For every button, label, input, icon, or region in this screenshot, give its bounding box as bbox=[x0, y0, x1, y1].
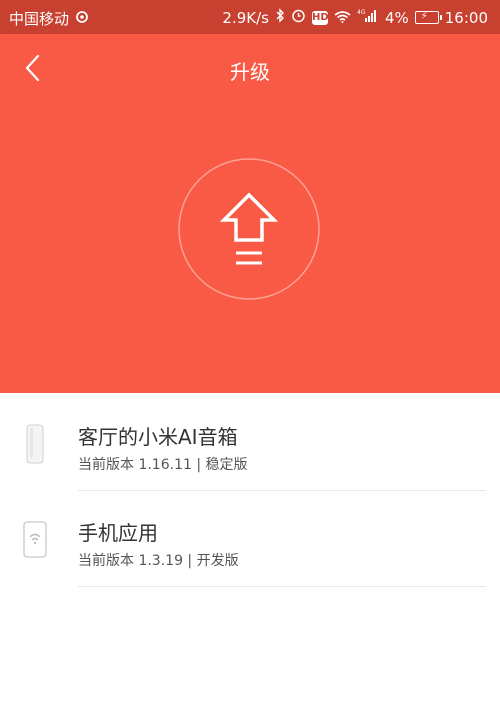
battery-percent: 4% bbox=[384, 8, 409, 27]
battery-icon: ⚡ bbox=[414, 11, 442, 24]
device-row-phone-app[interactable]: 手机应用 当前版本 1.3.19 | 开发版 bbox=[0, 491, 500, 587]
device-name: 客厅的小米AI音箱 bbox=[78, 425, 238, 449]
upgrade-arrow-icon bbox=[178, 158, 320, 300]
header-banner: 中国移动 2.9K/s HD 4G 4% ⚡ 16:00 升级 bbox=[0, 0, 500, 393]
alarm-icon bbox=[291, 8, 306, 27]
bluetooth-icon bbox=[275, 8, 285, 27]
page-title: 升级 bbox=[230, 60, 270, 84]
cellular-signal-icon: 4G bbox=[357, 8, 379, 27]
device-version: 当前版本 1.16.11 | 稳定版 bbox=[78, 457, 248, 473]
hd-icon: HD bbox=[311, 10, 329, 25]
device-row-speaker[interactable]: 客厅的小米AI音箱 当前版本 1.16.11 | 稳定版 bbox=[0, 395, 500, 491]
phone-app-icon bbox=[22, 519, 48, 561]
device-version: 当前版本 1.3.19 | 开发版 bbox=[78, 553, 239, 569]
carrier-label: 中国移动 bbox=[9, 10, 70, 28]
top-bar: 升级 bbox=[0, 34, 500, 104]
status-bar: 中国移动 2.9K/s HD 4G 4% ⚡ 16:00 bbox=[0, 0, 500, 34]
status-time: 16:00 bbox=[444, 8, 488, 27]
speaker-icon bbox=[22, 423, 48, 465]
upgrade-button[interactable] bbox=[178, 158, 320, 300]
wifi-icon bbox=[334, 9, 351, 27]
network-speed: 2.9K/s bbox=[222, 8, 269, 27]
device-name: 手机应用 bbox=[78, 521, 158, 545]
signal-4g-label: 4G bbox=[357, 9, 366, 16]
row-divider bbox=[78, 586, 486, 587]
sync-icon bbox=[75, 10, 89, 28]
